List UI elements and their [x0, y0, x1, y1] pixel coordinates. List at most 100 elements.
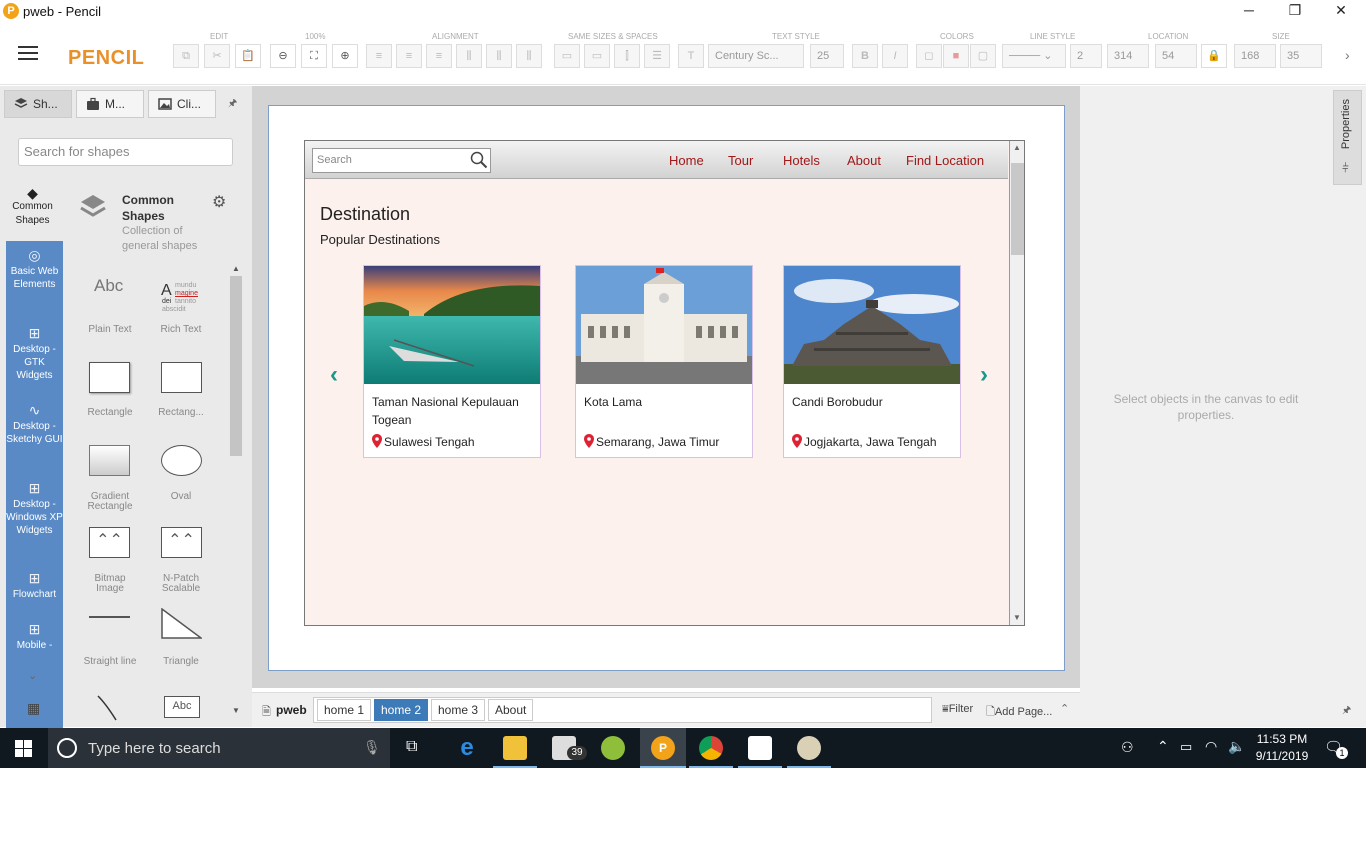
search-icon[interactable] — [470, 151, 488, 169]
windows-start-icon[interactable] — [15, 740, 32, 757]
scroll-up-icon[interactable]: ▲ — [1013, 143, 1021, 152]
gear-icon[interactable]: ⚙ — [212, 192, 226, 212]
page-tab-home-2[interactable]: home 2 — [374, 699, 429, 721]
page-tab-about[interactable]: About — [488, 699, 534, 721]
nav-tour[interactable]: Tour — [728, 153, 753, 168]
chevron-up-icon[interactable]: ⌃ — [1060, 702, 1069, 715]
align-top-icon[interactable]: ⫼ — [456, 44, 482, 68]
shape-plain-text[interactable]: Plain Text — [80, 325, 140, 335]
same-width-icon[interactable]: ▭ — [554, 44, 580, 68]
properties-tab[interactable]: Properties ⫩ — [1333, 90, 1362, 185]
location-y-field[interactable]: 54 — [1155, 44, 1197, 68]
shape-npatch-scalable[interactable]: N-Patch Scalable — [151, 574, 211, 594]
line-style-select[interactable]: ──── ⌄ — [1002, 44, 1066, 68]
shapes-scrollbar[interactable]: ▲ ▼ — [229, 262, 243, 716]
photos-icon[interactable] — [738, 736, 782, 768]
carousel-prev-chevron-icon[interactable]: ‹ — [330, 361, 338, 389]
app-green-icon[interactable] — [601, 736, 625, 760]
clock-time[interactable]: 11:53 PM — [1254, 732, 1310, 746]
italic-button[interactable]: I — [882, 44, 908, 68]
shape-rectangle-alt[interactable]: Rectang... — [151, 408, 211, 418]
shape-triangle[interactable]: Triangle — [151, 657, 211, 667]
space-vertical-icon[interactable]: ☰ — [644, 44, 670, 68]
zoom-out-icon[interactable]: ⊖ — [270, 44, 296, 68]
chevron-down-icon[interactable]: ⌄ — [28, 669, 37, 682]
pin-icon[interactable]: 🖈 — [228, 96, 237, 113]
copy-icon[interactable]: ⧉ — [173, 44, 199, 68]
pencil-taskbar-button[interactable]: P — [640, 728, 686, 768]
page-tab-home-3[interactable]: home 3 — [431, 699, 486, 721]
volume-icon[interactable]: 🔈 — [1228, 738, 1245, 755]
category-mobile[interactable]: ⊞ Mobile - — [6, 622, 63, 652]
shape-bitmap-image[interactable]: Bitmap Image — [80, 574, 140, 594]
align-left-icon[interactable]: ≡ — [366, 44, 392, 68]
zoom-in-icon[interactable]: ⊕ — [332, 44, 358, 68]
edge-icon[interactable]: e — [455, 736, 479, 760]
tab-shapes[interactable]: Sh... — [4, 90, 72, 118]
fill-color-icon[interactable]: ■ — [943, 44, 969, 68]
chrome-icon[interactable] — [689, 736, 733, 768]
align-middle-icon[interactable]: ⫼ — [486, 44, 512, 68]
shape-straight-line[interactable]: Straight line — [80, 657, 140, 667]
battery-icon[interactable]: ▭ — [1180, 739, 1192, 755]
category-flowchart[interactable]: ⊞ Flowchart — [6, 571, 63, 601]
paste-icon[interactable]: 📋 — [235, 44, 261, 68]
nav-find-location[interactable]: Find Location — [906, 153, 984, 168]
taskbar-search-box[interactable]: Type here to search 🎙 — [48, 728, 390, 768]
prototype-scrollbar[interactable]: ▲ ▼ — [1009, 141, 1024, 625]
category-desktop-sketchy[interactable]: ∿ Desktop - Sketchy GUI — [6, 403, 63, 446]
paint-icon[interactable] — [787, 736, 831, 768]
align-right-icon[interactable]: ≡ — [426, 44, 452, 68]
fit-screen-icon[interactable]: ⛶ — [301, 44, 327, 68]
carousel-next-chevron-icon[interactable]: › — [980, 361, 988, 389]
text-color-icon[interactable]: ◻ — [916, 44, 942, 68]
lock-icon[interactable]: 🔒 — [1201, 44, 1227, 68]
nav-home[interactable]: Home — [669, 153, 704, 168]
scroll-thumb[interactable] — [1011, 163, 1024, 255]
prototype-search-input[interactable]: Search — [312, 148, 491, 173]
align-bottom-icon[interactable]: ⫼ — [516, 44, 542, 68]
scroll-up-icon[interactable]: ▲ — [232, 264, 240, 273]
page-tab-home-1[interactable]: home 1 — [317, 699, 372, 721]
cut-icon[interactable]: ✂ — [204, 44, 230, 68]
category-basic-web-elements[interactable]: ◎ Basic Web Elements — [6, 248, 63, 291]
menu-icon[interactable] — [18, 46, 38, 60]
file-explorer-icon[interactable] — [493, 736, 537, 768]
document-name[interactable]: pweb — [276, 703, 307, 717]
shape-gradient-rectangle[interactable]: Gradient Rectangle — [80, 492, 140, 512]
shape-rich-text[interactable]: Rich Text — [151, 325, 211, 335]
restore-button[interactable]: ❐ — [1272, 0, 1318, 23]
task-view-icon[interactable]: ⧉ — [406, 738, 417, 756]
size-height-field[interactable]: 35 — [1280, 44, 1322, 68]
wifi-icon[interactable]: ◠ — [1205, 738, 1217, 755]
category-desktop-gtk[interactable]: ⊞ Desktop - GTK Widgets — [6, 326, 63, 382]
align-center-icon[interactable]: ≡ — [396, 44, 422, 68]
line-width-field[interactable]: 2 — [1070, 44, 1102, 68]
scroll-thumb[interactable] — [230, 276, 242, 456]
bold-button[interactable]: B — [852, 44, 878, 68]
shape-search-input[interactable]: Search for shapes — [18, 138, 233, 166]
nav-hotels[interactable]: Hotels — [783, 153, 820, 168]
people-icon[interactable]: ⚇ — [1121, 739, 1134, 756]
nav-about[interactable]: About — [847, 153, 881, 168]
scroll-down-icon[interactable]: ▼ — [232, 706, 240, 715]
category-common-shapes[interactable]: ◆ Common Shapes — [4, 186, 61, 241]
prototype-frame[interactable]: Search Home Tour Hotels About Find Locat… — [304, 140, 1025, 626]
text-tool-icon[interactable]: T — [678, 44, 704, 68]
font-family-select[interactable]: Century Sc... — [708, 44, 804, 68]
space-horizontal-icon[interactable]: ⫿ — [614, 44, 640, 68]
shape-oval[interactable]: Oval — [151, 492, 211, 502]
same-height-icon[interactable]: ▭ — [584, 44, 610, 68]
close-button[interactable]: ✕ — [1318, 0, 1364, 23]
tab-clipart[interactable]: Cli... — [148, 90, 216, 118]
font-size-field[interactable]: 25 — [810, 44, 844, 68]
location-x-field[interactable]: 314 — [1107, 44, 1149, 68]
add-page-button[interactable]: 🗋Add Page... — [986, 703, 1052, 722]
stroke-color-icon[interactable]: ▢ — [970, 44, 996, 68]
pin-icon[interactable]: 🖈 — [1342, 703, 1351, 720]
tab-my-collections[interactable]: M... — [76, 90, 144, 118]
size-width-field[interactable]: 168 — [1234, 44, 1276, 68]
destination-card[interactable]: Candi Borobudur Jogjakarta, Jawa Tengah — [783, 265, 961, 458]
category-desktop-winxp[interactable]: ⊞ Desktop - Windows XP Widgets — [6, 481, 63, 537]
show-hidden-icons-chevron-icon[interactable]: ⌃ — [1157, 738, 1169, 755]
